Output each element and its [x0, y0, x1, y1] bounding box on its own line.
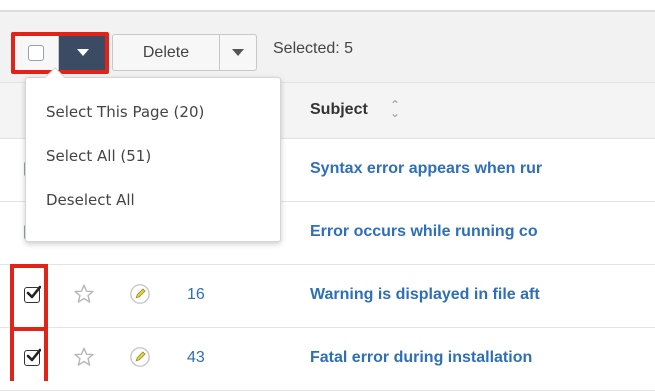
table-row[interactable]: 43 Fatal error during installation — [0, 329, 655, 391]
row-number-link[interactable]: 43 — [187, 349, 205, 367]
star-icon[interactable] — [73, 283, 95, 305]
row-checkbox[interactable] — [24, 348, 41, 366]
chevron-down-icon — [77, 49, 89, 56]
chevron-down-icon — [232, 49, 244, 56]
menu-item-select-all[interactable]: Select All (51) — [46, 147, 151, 165]
pencil-icon[interactable] — [129, 346, 151, 368]
star-icon[interactable] — [73, 346, 95, 368]
row-subject-link[interactable]: Fatal error during installation — [310, 349, 532, 367]
row-subject-link[interactable]: Syntax error appears when rur — [310, 160, 542, 178]
select-options-menu: Select This Page (20) Select All (51) De… — [25, 67, 281, 242]
column-header-subject[interactable]: Subject — [310, 101, 368, 119]
select-all-split-button[interactable] — [13, 34, 108, 71]
row-number-link[interactable]: 16 — [187, 286, 205, 304]
pencil-icon[interactable] — [129, 283, 151, 305]
check-icon — [26, 285, 41, 299]
delete-split-button[interactable]: Delete — [112, 34, 257, 71]
select-options-dropdown[interactable] — [59, 35, 107, 70]
delete-button[interactable]: Delete — [113, 35, 220, 70]
menu-item-deselect-all[interactable]: Deselect All — [46, 191, 135, 209]
table-row[interactable]: 16 Warning is displayed in file aft — [0, 266, 655, 328]
checkbox-icon — [28, 44, 44, 61]
check-icon — [26, 348, 41, 362]
menu-item-select-this-page[interactable]: Select This Page (20) — [46, 103, 204, 121]
delete-dropdown[interactable] — [220, 35, 256, 70]
row-subject-link[interactable]: Error occurs while running co — [310, 223, 538, 241]
row-checkbox[interactable] — [24, 285, 41, 303]
selected-count: Selected: 5 — [273, 40, 354, 57]
select-all-checkbox[interactable] — [14, 35, 59, 70]
sort-icon[interactable]: ⌃ ⌄ — [390, 99, 404, 119]
row-subject-link[interactable]: Warning is displayed in file aft — [310, 286, 540, 304]
